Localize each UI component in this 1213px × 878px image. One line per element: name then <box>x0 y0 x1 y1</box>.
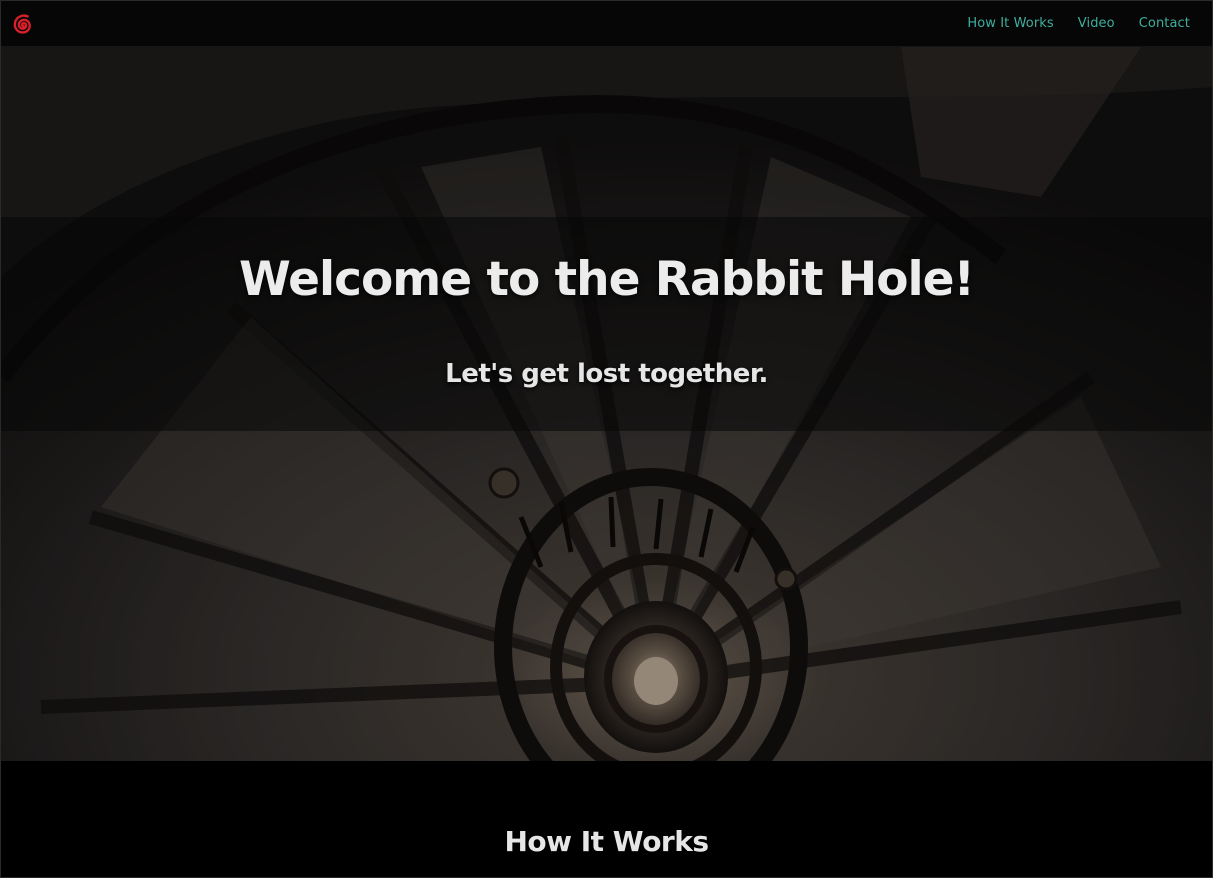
nav-link-how-it-works[interactable]: How It Works <box>967 16 1053 31</box>
nav-link-contact[interactable]: Contact <box>1139 16 1190 31</box>
nav-links: How It Works Video Contact <box>967 1 1190 46</box>
hero-text-band <box>1 217 1212 431</box>
spiral-logo-icon[interactable] <box>7 9 39 41</box>
nav-link-video[interactable]: Video <box>1078 16 1115 31</box>
page-frame: How It Works Video Contact Welcome to th… <box>0 0 1213 878</box>
section-title: How It Works <box>504 825 709 858</box>
hero-title: Welcome to the Rabbit Hole! <box>239 252 975 307</box>
how-it-works-section: How It Works <box>1 761 1212 877</box>
hero-subtitle: Let's get lost together. <box>445 359 768 389</box>
top-navbar: How It Works Video Contact <box>1 1 1212 47</box>
hero-section: Welcome to the Rabbit Hole! Let's get lo… <box>1 47 1212 761</box>
